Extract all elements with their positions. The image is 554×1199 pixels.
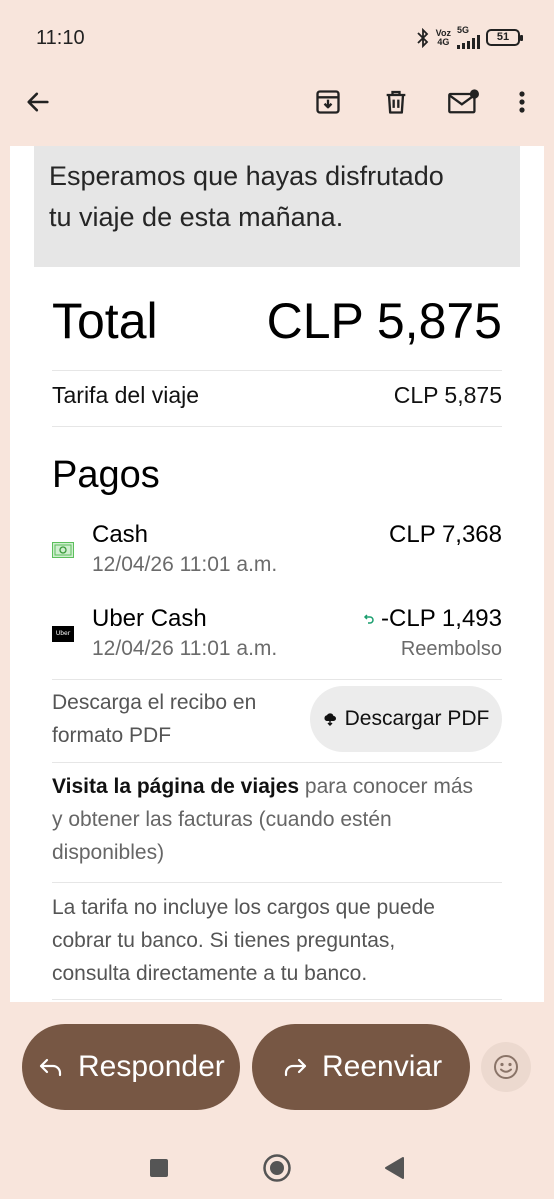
- total-value: CLP 5,875: [266, 293, 502, 349]
- payment-row-uber-cash: Uber Uber Cash 12/04/26 11:01 a.m. -CLP …: [52, 604, 502, 664]
- payment-method-name: Cash: [92, 521, 149, 548]
- divider: [52, 679, 502, 680]
- uber-icon: Uber: [52, 626, 74, 642]
- delete-icon: [386, 90, 406, 114]
- emoji-reaction-button[interactable]: [481, 1042, 531, 1092]
- download-pdf-label: Descargar PDF: [344, 707, 490, 730]
- email-body: Esperamos que hayas disfrutado tu viaje …: [10, 146, 544, 1002]
- more-vert-icon: [519, 91, 525, 113]
- payment-amount: -CLP 1,493: [381, 605, 502, 632]
- bluetooth-icon: [417, 27, 428, 48]
- back-button[interactable]: [18, 82, 58, 122]
- payment-date: 12/04/26 11:01 a.m.: [92, 553, 278, 576]
- payment-method-name: Uber Cash: [92, 605, 207, 632]
- trips-page-notice: Visita la página de viajes para conocer …: [52, 775, 473, 864]
- pdf-description: Descarga el recibo en formato PDF: [52, 691, 257, 747]
- recents-button[interactable]: [141, 1150, 177, 1186]
- signal-bars-icon: [457, 35, 480, 49]
- divider: [52, 882, 502, 883]
- archive-button[interactable]: [308, 82, 348, 122]
- payment-row-cash: Cash 12/04/26 11:01 a.m. CLP 7,368: [52, 520, 502, 580]
- clock: 11:10: [36, 27, 85, 49]
- divider: [52, 426, 502, 427]
- total-label: Total: [52, 293, 158, 349]
- reply-icon: [39, 1058, 62, 1077]
- fare-value: CLP 5,875: [393, 382, 502, 408]
- more-options-button[interactable]: [502, 82, 542, 122]
- trips-page-link[interactable]: Visita la página de viajes: [52, 775, 299, 798]
- total-row: Total CLP 5,875: [52, 286, 502, 356]
- cash-icon: [52, 542, 74, 558]
- reply-button[interactable]: Responder: [22, 1024, 240, 1110]
- fare-row: Tarifa del viaje CLP 5,875: [52, 382, 502, 409]
- payment-amount: CLP 7,368: [389, 521, 502, 548]
- signal-indicator: 5G: [457, 26, 480, 49]
- home-circle-icon: [263, 1154, 291, 1182]
- cloud-download-icon: [324, 713, 336, 726]
- mark-unread-icon: [448, 89, 479, 114]
- delete-button[interactable]: [376, 82, 416, 122]
- email-toolbar: [0, 72, 554, 134]
- battery-icon: 51: [486, 29, 523, 46]
- status-icons: Voz 4G 5G 51: [416, 26, 523, 49]
- forward-button[interactable]: Reenviar: [252, 1024, 470, 1110]
- mark-unread-button[interactable]: [443, 82, 483, 122]
- divider: [52, 370, 502, 371]
- refund-label: Reembolso: [400, 638, 502, 660]
- bank-fees-note: La tarifa no incluye los cargos que pued…: [52, 896, 435, 985]
- divider: [52, 999, 502, 1000]
- square-icon: [150, 1159, 168, 1177]
- forward-label: Reenviar: [322, 1050, 443, 1083]
- home-button[interactable]: [259, 1150, 295, 1186]
- archive-icon: [316, 90, 340, 114]
- system-navigation-bar: [0, 1140, 554, 1199]
- network-type-indicator: Voz 4G: [435, 27, 451, 47]
- back-nav-button[interactable]: [376, 1150, 412, 1186]
- payment-date: 12/04/26 11:01 a.m.: [92, 637, 278, 660]
- back-arrow-icon: [27, 92, 49, 112]
- reply-label: Responder: [78, 1050, 225, 1083]
- emoji-icon: [494, 1055, 518, 1079]
- status-bar: 11:10 Voz 4G 5G 51: [0, 0, 554, 70]
- triangle-back-icon: [385, 1157, 404, 1179]
- forward-icon: [284, 1058, 307, 1077]
- fare-label: Tarifa del viaje: [52, 382, 200, 408]
- download-pdf-button[interactable]: Descargar PDF: [310, 686, 502, 752]
- greeting-banner: Esperamos que hayas disfrutado tu viaje …: [34, 146, 520, 267]
- divider: [52, 762, 502, 763]
- refund-arrow-icon: [363, 614, 374, 624]
- payments-title: Pagos: [52, 454, 160, 496]
